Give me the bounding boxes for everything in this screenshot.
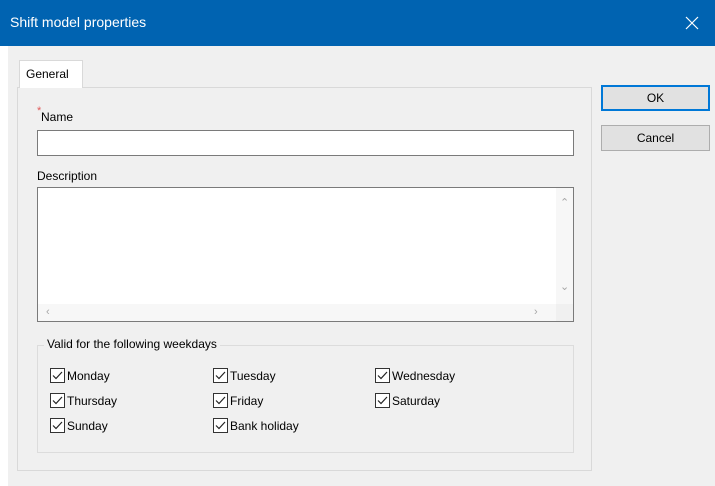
weekdays-legend: Valid for the following weekdays xyxy=(44,337,220,351)
checkbox-box[interactable] xyxy=(213,393,228,408)
checkbox-friday[interactable]: Friday xyxy=(213,393,263,408)
checkbox-label: Monday xyxy=(67,368,110,383)
checkmark-icon xyxy=(52,421,63,430)
checkbox-label: Saturday xyxy=(392,393,441,408)
window-title: Shift model properties xyxy=(10,14,147,30)
name-label: Name xyxy=(41,110,74,124)
close-icon xyxy=(685,16,699,30)
name-input[interactable] xyxy=(37,130,574,156)
tab-general[interactable]: General xyxy=(19,60,83,88)
checkbox-label: Wednesday xyxy=(392,368,456,383)
checkbox-label: Thursday xyxy=(67,393,118,408)
title-bar: Shift model properties xyxy=(0,0,715,46)
checkbox-box[interactable] xyxy=(50,393,65,408)
scroll-left-icon[interactable]: ‹ xyxy=(46,307,50,318)
checkbox-box[interactable] xyxy=(50,418,65,433)
checkbox-box[interactable] xyxy=(213,418,228,433)
checkbox-box[interactable] xyxy=(213,368,228,383)
description-vertical-scrollbar[interactable]: ⌃ ⌄ xyxy=(556,188,573,304)
checkmark-icon xyxy=(52,396,63,405)
checkbox-box[interactable] xyxy=(375,368,390,383)
scroll-up-icon[interactable]: ⌃ xyxy=(560,198,569,209)
checkbox-wednesday[interactable]: Wednesday xyxy=(375,368,455,383)
checkbox-box[interactable] xyxy=(50,368,65,383)
checkmark-icon xyxy=(377,396,388,405)
ok-button[interactable]: OK xyxy=(601,85,710,111)
checkbox-label: Friday xyxy=(230,393,264,408)
checkmark-icon xyxy=(215,371,226,380)
checkbox-bank-holiday[interactable]: Bank holiday xyxy=(213,418,299,433)
description-textarea[interactable]: ⌃ ⌄ ‹ › xyxy=(37,187,574,322)
checkmark-icon xyxy=(377,371,388,380)
scrollbar-corner xyxy=(556,304,573,321)
checkbox-thursday[interactable]: Thursday xyxy=(50,393,117,408)
checkbox-label: Bank holiday xyxy=(230,418,299,433)
checkbox-tuesday[interactable]: Tuesday xyxy=(213,368,276,383)
checkbox-monday[interactable]: Monday xyxy=(50,368,110,383)
checkbox-label: Sunday xyxy=(67,418,108,433)
checkmark-icon xyxy=(52,371,63,380)
weekdays-groupbox xyxy=(37,345,574,453)
description-horizontal-scrollbar[interactable]: ‹ › xyxy=(38,304,556,321)
checkbox-box[interactable] xyxy=(375,393,390,408)
checkmark-icon xyxy=(215,396,226,405)
scroll-right-icon[interactable]: › xyxy=(534,307,538,318)
scroll-down-icon[interactable]: ⌄ xyxy=(560,282,569,293)
checkbox-sunday[interactable]: Sunday xyxy=(50,418,108,433)
tab-general-label: General xyxy=(26,67,69,81)
window-left-border xyxy=(0,46,8,486)
checkbox-saturday[interactable]: Saturday xyxy=(375,393,440,408)
close-button[interactable] xyxy=(669,0,715,46)
description-label: Description xyxy=(37,169,98,183)
cancel-button[interactable]: Cancel xyxy=(601,125,710,151)
checkbox-label: Tuesday xyxy=(230,368,276,383)
checkmark-icon xyxy=(215,421,226,430)
